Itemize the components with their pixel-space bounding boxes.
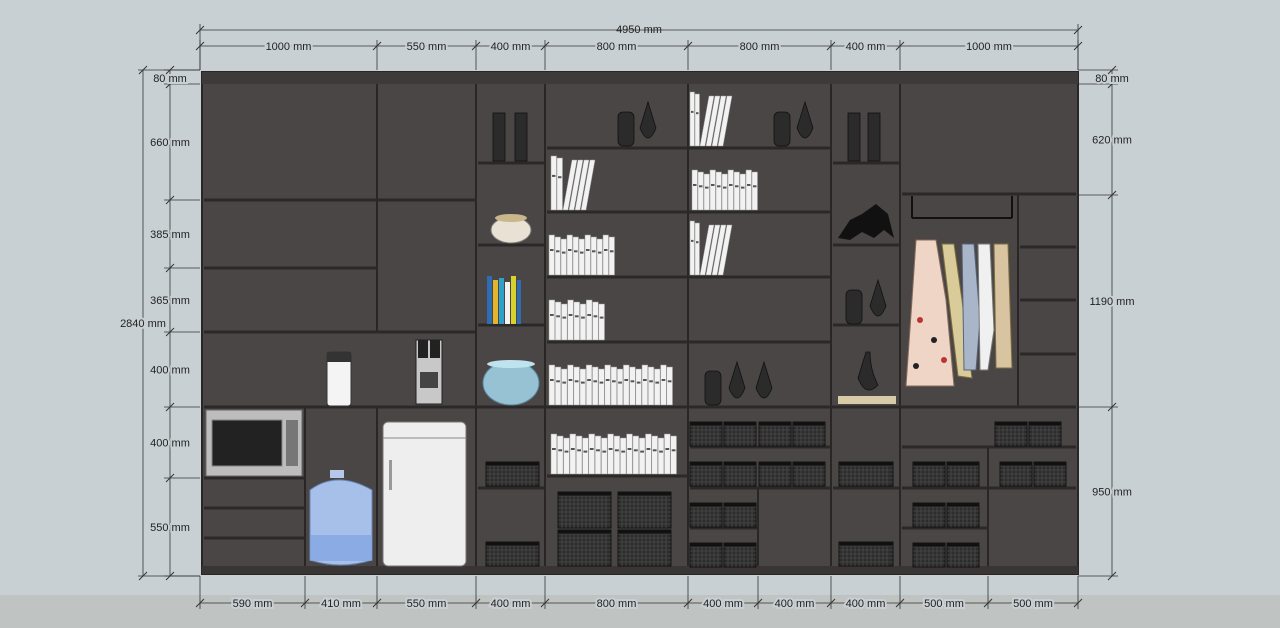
- basket-icon: [689, 542, 723, 568]
- left-dimension-group: 80 mm 660 mm 385 mm 365 mm 400 mm 400 mm 550 m…: [118, 65, 200, 581]
- left-total-label: 2840 mm: [120, 318, 166, 330]
- floor: [0, 595, 1280, 628]
- left-dimension-label: 385 mm: [150, 229, 190, 241]
- left-dimension-label: 400 mm: [150, 365, 190, 377]
- bottom-dimension-label: 400 mm: [703, 598, 743, 610]
- book-row-icon: [550, 433, 677, 475]
- top-dimension-label: 800 mm: [597, 41, 637, 53]
- basket-icon: [485, 461, 540, 487]
- bottom-dimension-label: 500 mm: [924, 598, 964, 610]
- bottom-dimension-label: 400 mm: [775, 598, 815, 610]
- top-dimension-group: 4950 mm 1000 mm 550 mm 400 mm 800 mm 800 mm 4…: [195, 24, 1083, 70]
- cabinet-elevation-svg: 4950 mm 1000 mm 550 mm 400 mm 800 mm 800 mm 4…: [0, 24, 1280, 628]
- fishbowl-icon: [490, 214, 532, 244]
- basket-icon: [723, 421, 757, 447]
- right-dimension-label: 80 mm: [1095, 73, 1129, 85]
- basket-icon: [912, 502, 946, 528]
- coffee-machine-icon: [415, 339, 443, 405]
- basket-icon: [723, 461, 757, 487]
- book-row-icon: [548, 364, 673, 406]
- basket-icon: [838, 461, 894, 487]
- basket-icon: [792, 421, 826, 447]
- left-dimension-label: 400 mm: [150, 438, 190, 450]
- basket-icon: [792, 461, 826, 487]
- basket-icon: [689, 421, 723, 447]
- basket-icon: [617, 529, 672, 567]
- basket-icon: [1028, 421, 1062, 447]
- refrigerator-icon: [382, 421, 467, 567]
- basket-icon: [946, 502, 980, 528]
- right-dimension-label: 950 mm: [1092, 487, 1132, 499]
- basket-icon: [689, 502, 723, 528]
- right-dimension-label: 1190 mm: [1089, 296, 1134, 308]
- kettle-icon: [326, 351, 352, 407]
- basket-icon: [723, 502, 757, 528]
- left-dimension-label: 365 mm: [150, 295, 190, 307]
- book-row-icon: [548, 299, 605, 341]
- basket-icon: [689, 461, 723, 487]
- basket-icon: [557, 529, 612, 567]
- microwave-icon: [205, 409, 303, 477]
- basket-icon: [485, 541, 540, 567]
- book-row-icon: [691, 169, 758, 211]
- top-dimension-label: 1000 mm: [266, 41, 312, 53]
- right-dimension-group: 80 mm 620 mm 1190 mm 950 mm: [1078, 65, 1137, 581]
- basket-icon: [946, 542, 980, 568]
- left-dimension-label: 550 mm: [150, 522, 190, 534]
- bottom-dimension-label: 410 mm: [321, 598, 361, 610]
- bottom-dimension-label: 400 mm: [846, 598, 886, 610]
- basket-icon: [557, 491, 612, 529]
- basket-icon: [617, 491, 672, 529]
- total-width-label: 4950 mm: [616, 24, 662, 36]
- basket-icon: [758, 421, 792, 447]
- basket-icon: [999, 461, 1033, 487]
- top-crown: [202, 72, 1078, 84]
- bottom-dimension-label: 550 mm: [407, 598, 447, 610]
- basket-icon: [946, 461, 980, 487]
- left-dimension-label: 80 mm: [153, 73, 187, 85]
- top-dimension-label: 1000 mm: [966, 41, 1012, 53]
- book-row-icon: [548, 234, 615, 276]
- fishbowl-icon: [482, 360, 540, 406]
- bottom-dimension-label: 800 mm: [597, 598, 637, 610]
- basket-icon: [994, 421, 1028, 447]
- left-dimension-label: 660 mm: [150, 137, 190, 149]
- top-dimension-label: 400 mm: [491, 41, 531, 53]
- bottom-dimension-label: 400 mm: [491, 598, 531, 610]
- top-dimension-label: 400 mm: [846, 41, 886, 53]
- bottom-dimension-label: 590 mm: [233, 598, 273, 610]
- elevation-drawing: 4950 mm 1000 mm 550 mm 400 mm 800 mm 800 mm 4…: [0, 0, 1280, 628]
- right-dimension-label: 620 mm: [1092, 135, 1132, 147]
- bottom-dimension-label: 500 mm: [1013, 598, 1053, 610]
- top-dimension-label: 550 mm: [407, 41, 447, 53]
- basket-icon: [758, 461, 792, 487]
- basket-icon: [912, 542, 946, 568]
- top-dimension-label: 800 mm: [740, 41, 780, 53]
- basket-icon: [1033, 461, 1067, 487]
- basket-icon: [723, 542, 757, 568]
- basket-icon: [912, 461, 946, 487]
- basket-icon: [838, 541, 894, 567]
